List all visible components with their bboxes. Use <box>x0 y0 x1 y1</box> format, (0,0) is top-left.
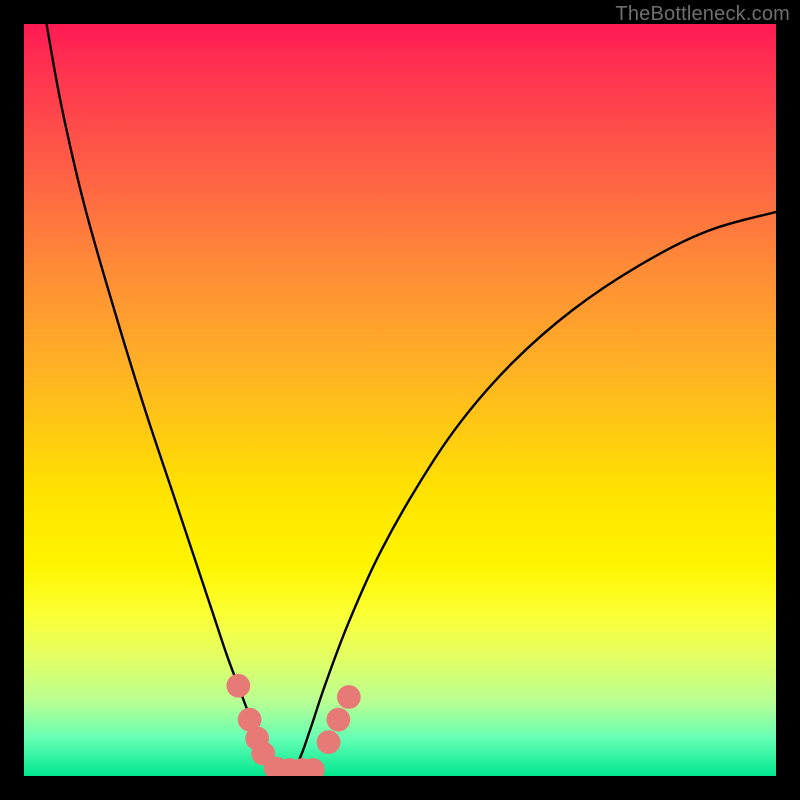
marker-dot <box>238 708 262 732</box>
marker-dot <box>226 674 250 698</box>
marker-dot <box>278 758 302 776</box>
marker-dot <box>290 758 314 776</box>
marker-dot <box>251 742 275 766</box>
curve-group <box>47 24 776 772</box>
watermark-text: TheBottleneck.com <box>615 3 790 26</box>
chart-svg <box>24 24 776 776</box>
marker-dot <box>337 685 361 709</box>
curve-left-branch <box>47 24 288 772</box>
marker-dot <box>264 757 288 776</box>
marker-dot <box>245 727 269 751</box>
curve-right-branch <box>287 212 776 772</box>
marker-group <box>226 674 360 776</box>
marker-dot <box>326 708 350 732</box>
chart-frame <box>24 24 776 776</box>
marker-dot <box>317 730 341 754</box>
marker-dot <box>301 758 325 776</box>
